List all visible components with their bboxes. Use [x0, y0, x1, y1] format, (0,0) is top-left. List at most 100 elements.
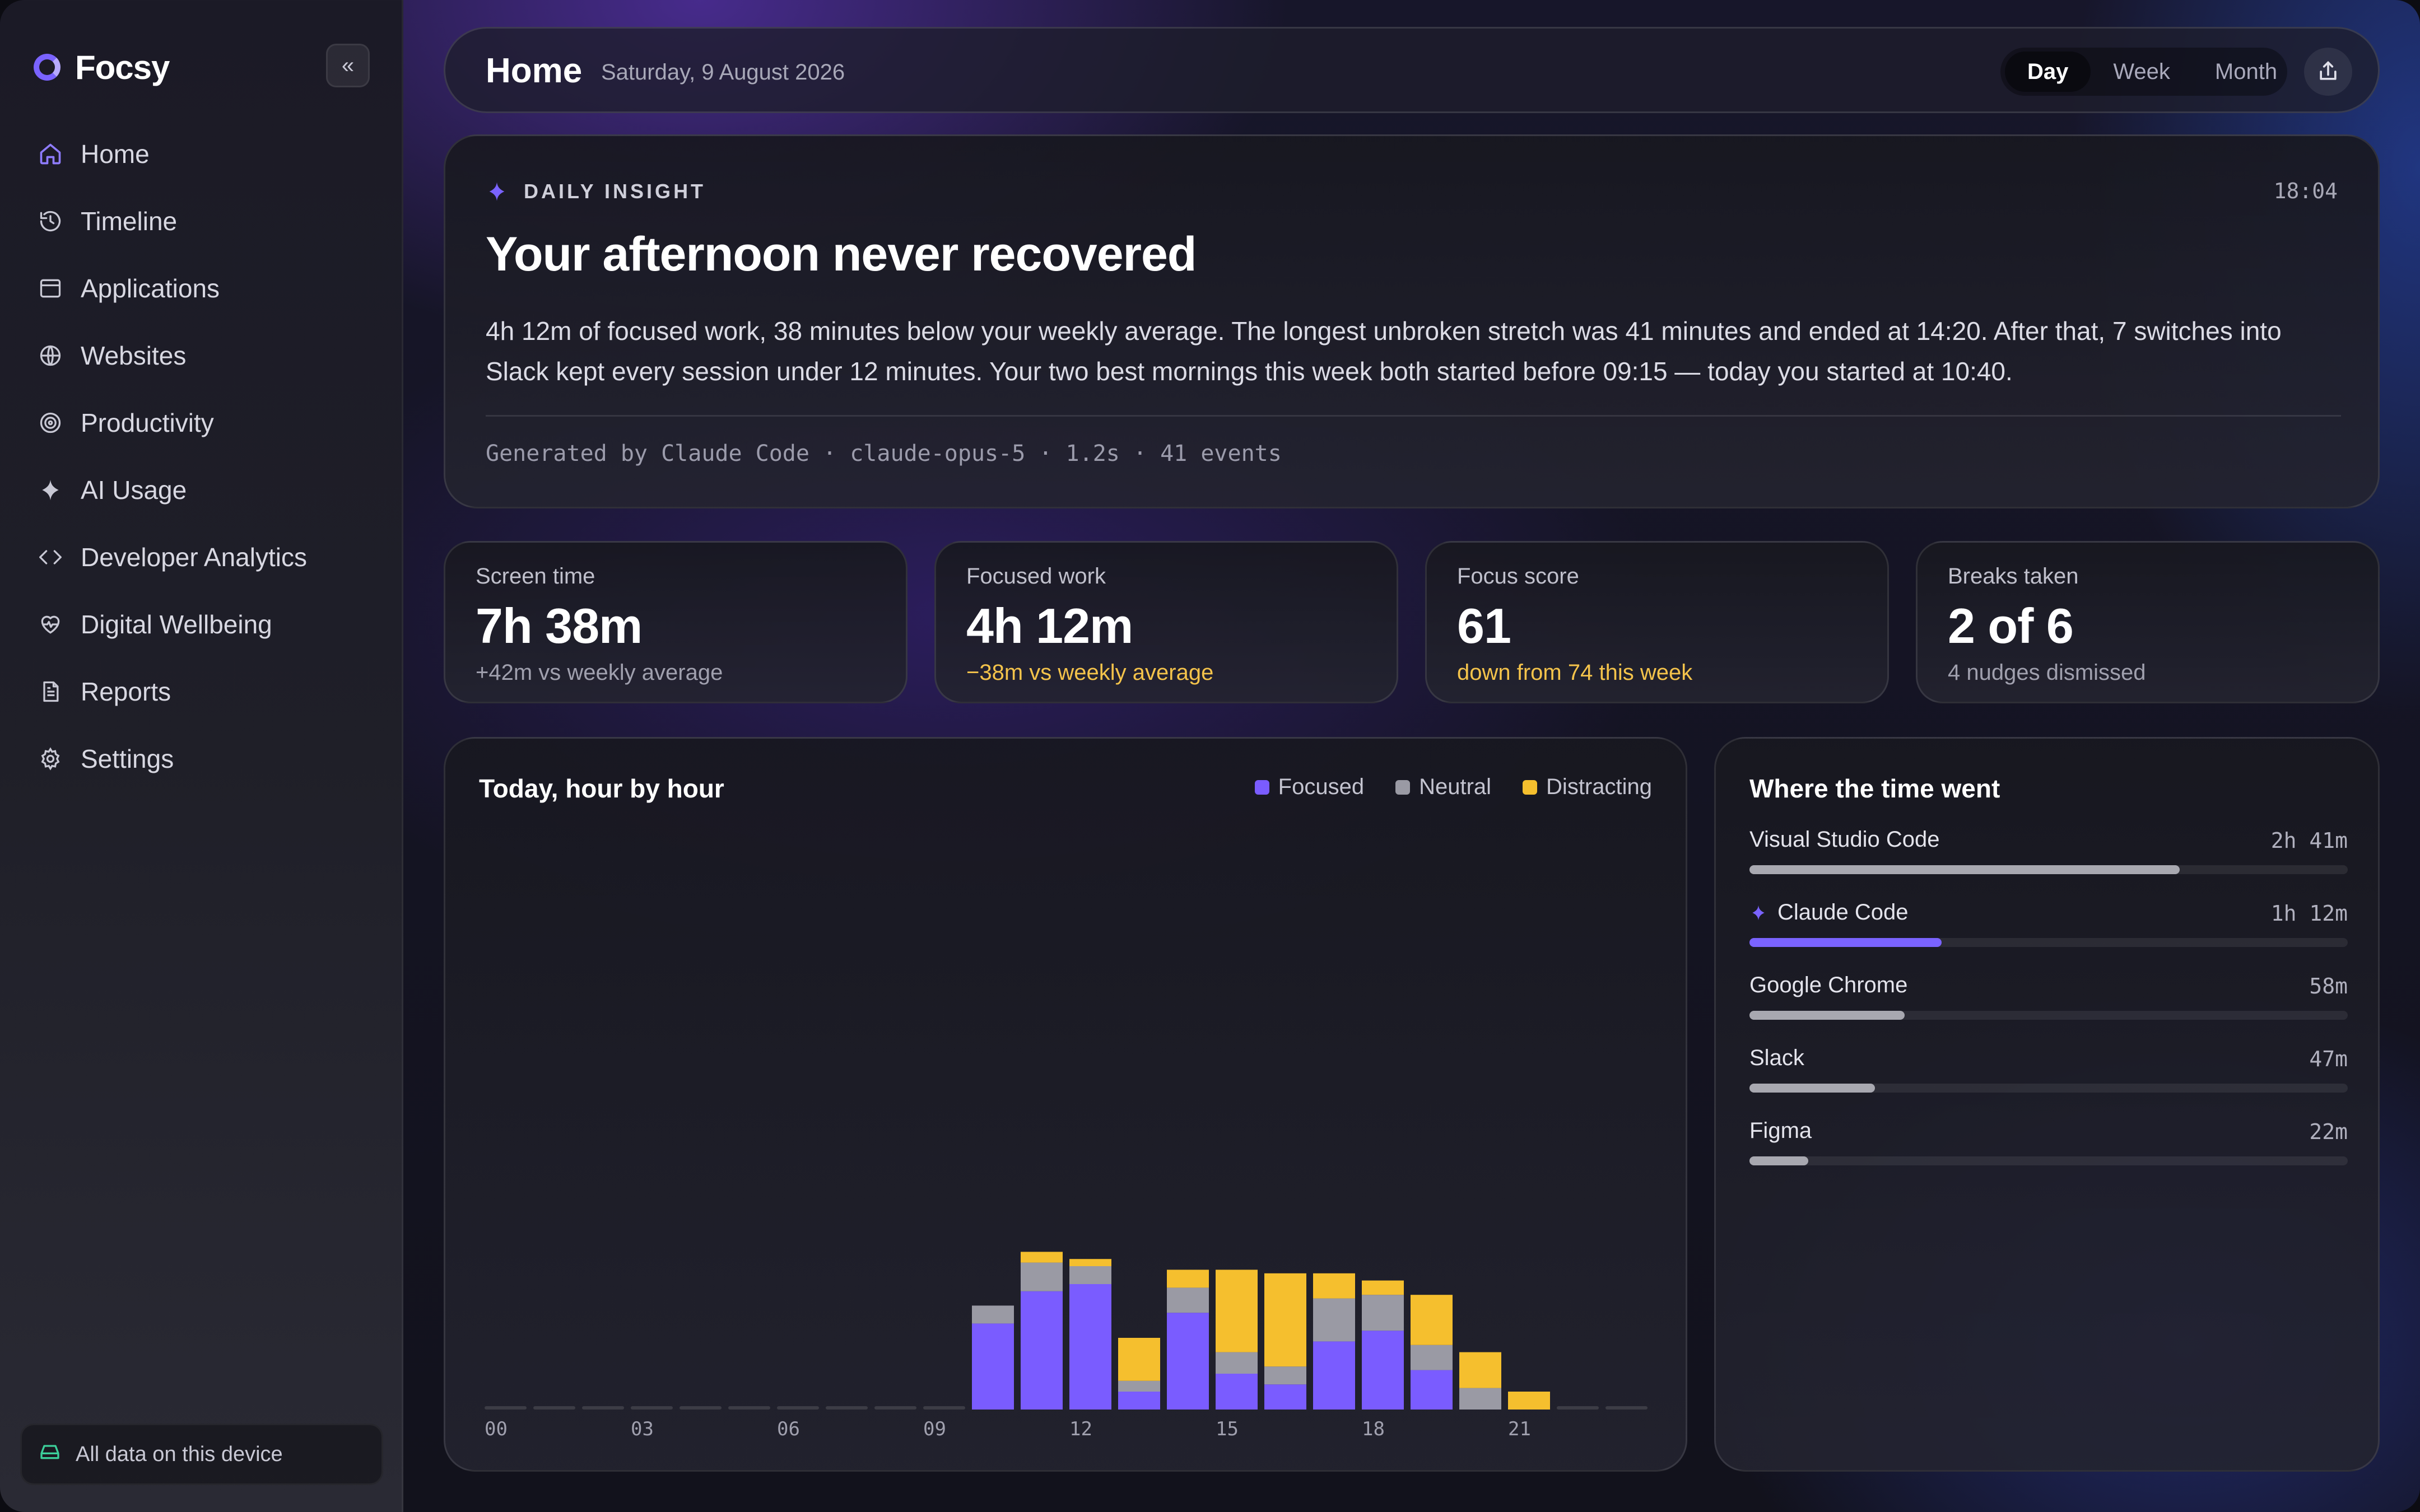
sidebar-item-reports[interactable]: Reports	[20, 662, 383, 721]
x-tick-label: 03	[631, 1418, 654, 1440]
app-usage-track	[1749, 1156, 2348, 1165]
sidebar-item-developer-analytics[interactable]: Developer Analytics	[20, 528, 383, 587]
x-tick-label: 21	[1508, 1418, 1531, 1440]
bar-segment-distracting[interactable]	[1021, 1252, 1063, 1263]
sidebar-item-websites[interactable]: Websites	[20, 326, 383, 385]
bar-segment-distracting[interactable]	[1362, 1280, 1404, 1295]
empty-hour-marker	[631, 1406, 673, 1410]
bar-segment-focused[interactable]	[1167, 1313, 1209, 1410]
app-duration: 58m	[2309, 974, 2348, 998]
app-duration: 47m	[2309, 1047, 2348, 1071]
sidebar-item-label: Productivity	[81, 408, 214, 437]
sparkle-icon	[1752, 905, 1765, 920]
sidebar-item-settings[interactable]: Settings	[20, 729, 383, 788]
insight-body: 4h 12m of focused work, 38 minutes below…	[486, 316, 2282, 386]
bar-segment-neutral[interactable]	[1264, 1366, 1306, 1385]
bar-segment-distracting[interactable]	[1216, 1270, 1258, 1352]
app-usage-bar	[1749, 1156, 1808, 1165]
range-day-button[interactable]: Day	[2005, 52, 2091, 92]
sidebar-item-digital-wellbeing[interactable]: Digital Wellbeing	[20, 595, 383, 654]
sidebar-item-label: Applications	[81, 274, 220, 303]
sidebar-item-ai-usage[interactable]: AI Usage	[20, 460, 383, 520]
bar-segment-focused[interactable]	[1313, 1341, 1355, 1410]
bar-segment-neutral[interactable]	[972, 1305, 1014, 1324]
bar-segment-focused[interactable]	[1264, 1384, 1306, 1410]
bar-segment-focused[interactable]	[1362, 1331, 1404, 1410]
empty-hour-marker	[826, 1406, 868, 1410]
sidebar-item-home[interactable]: Home	[20, 124, 383, 184]
bar-segment-distracting[interactable]	[1167, 1270, 1209, 1288]
window-icon	[37, 275, 64, 302]
range-week-button[interactable]: Week	[2091, 52, 2193, 92]
legend-item-focused[interactable]: Focused	[1254, 774, 1364, 800]
brand[interactable]: Focsy	[34, 45, 170, 90]
bar-segment-neutral[interactable]	[1362, 1295, 1404, 1331]
bar-segment-distracting[interactable]	[1411, 1295, 1453, 1345]
bar-segment-distracting[interactable]	[1264, 1273, 1306, 1367]
bar-segment-distracting[interactable]	[1118, 1338, 1160, 1381]
app-name-label: Slack	[1749, 1046, 1804, 1070]
gear-icon	[37, 745, 64, 772]
legend-item-neutral[interactable]: Neutral	[1395, 774, 1491, 800]
bar-segment-neutral[interactable]	[1069, 1266, 1111, 1284]
bar-segment-neutral[interactable]	[1216, 1352, 1258, 1374]
hard-drive-icon	[39, 1440, 61, 1468]
bar-segment-neutral[interactable]	[1411, 1345, 1453, 1370]
time-breakdown-title: Where the time went	[1749, 774, 2000, 803]
sparkle-icon	[489, 182, 505, 201]
bar-segment-neutral[interactable]	[1118, 1380, 1160, 1392]
app-name: Visual Studio Code	[1749, 827, 1940, 852]
stat-card-focused-work[interactable]: Focused work 4h 12m −38m vs weekly avera…	[934, 541, 1398, 703]
app-duration: 22m	[2309, 1119, 2348, 1144]
app-row-figma[interactable]: Figma 22m	[1749, 1118, 2348, 1174]
legend-swatch	[1523, 780, 1538, 795]
app-row-google-chrome[interactable]: Google Chrome 58m	[1749, 973, 2348, 1029]
collapse-sidebar-button[interactable]: «	[326, 44, 370, 87]
sidebar-item-applications[interactable]: Applications	[20, 259, 383, 318]
bar-segment-distracting[interactable]	[1313, 1273, 1355, 1299]
stat-card-focus-score[interactable]: Focus score 61 down from 74 this week	[1425, 541, 1889, 703]
bar-segment-focused[interactable]	[1411, 1370, 1453, 1410]
target-icon	[37, 409, 64, 436]
x-tick-label: 18	[1362, 1418, 1385, 1440]
insight-timestamp: 18:04	[2273, 179, 2338, 203]
bar-segment-focused[interactable]	[972, 1323, 1014, 1410]
legend-swatch	[1254, 780, 1269, 795]
bar-segment-focused[interactable]	[1021, 1291, 1063, 1410]
range-month-button[interactable]: Month	[2193, 52, 2300, 92]
bar-segment-neutral[interactable]	[1459, 1388, 1501, 1410]
bar-segment-neutral[interactable]	[1021, 1262, 1063, 1291]
bar-segment-distracting[interactable]	[1508, 1392, 1550, 1410]
bar-segment-distracting[interactable]	[1459, 1352, 1501, 1388]
sidebar-item-productivity[interactable]: Productivity	[20, 393, 383, 452]
x-tick-label: 12	[1069, 1418, 1092, 1440]
x-tick-label: 09	[923, 1418, 946, 1440]
bar-segment-focused[interactable]	[1216, 1374, 1258, 1410]
share-button[interactable]	[2304, 48, 2352, 96]
bar-segment-focused[interactable]	[1118, 1392, 1160, 1410]
date-range-switch: Day Week Month	[2000, 48, 2287, 96]
app-row-visual-studio-code[interactable]: Visual Studio Code 2h 41m	[1749, 827, 2348, 883]
stat-delta: down from 74 this week	[1457, 660, 1693, 685]
sidebar-nav: Home Timeline Applications Websites Prod…	[20, 124, 383, 796]
app-row-claude-code[interactable]: Claude Code 1h 12m	[1749, 900, 2348, 956]
legend-item-distracting[interactable]: Distracting	[1523, 774, 1652, 800]
page-title: Home	[486, 52, 583, 90]
stat-card-breaks-taken[interactable]: Breaks taken 2 of 6 4 nudges dismissed	[1916, 541, 2380, 703]
sidebar-item-timeline[interactable]: Timeline	[20, 192, 383, 251]
stat-label: Screen time	[476, 564, 595, 589]
bar-segment-distracting[interactable]	[1069, 1259, 1111, 1266]
bar-segment-neutral[interactable]	[1313, 1298, 1355, 1342]
empty-hour-marker	[777, 1406, 819, 1410]
x-tick-label: 06	[777, 1418, 800, 1440]
local-data-label: All data on this device	[76, 1442, 283, 1466]
bar-segment-neutral[interactable]	[1167, 1287, 1209, 1313]
stat-card-screen-time[interactable]: Screen time 7h 38m +42m vs weekly averag…	[444, 541, 908, 703]
stat-value: 4h 12m	[966, 598, 1133, 654]
bar-segment-focused[interactable]	[1069, 1284, 1111, 1410]
app-name-label: Visual Studio Code	[1749, 827, 1940, 852]
sidebar-item-label: Developer Analytics	[81, 543, 307, 572]
share-icon	[2320, 61, 2337, 80]
local-data-status[interactable]: All data on this device	[20, 1424, 383, 1485]
app-row-slack[interactable]: Slack 47m	[1749, 1046, 2348, 1102]
